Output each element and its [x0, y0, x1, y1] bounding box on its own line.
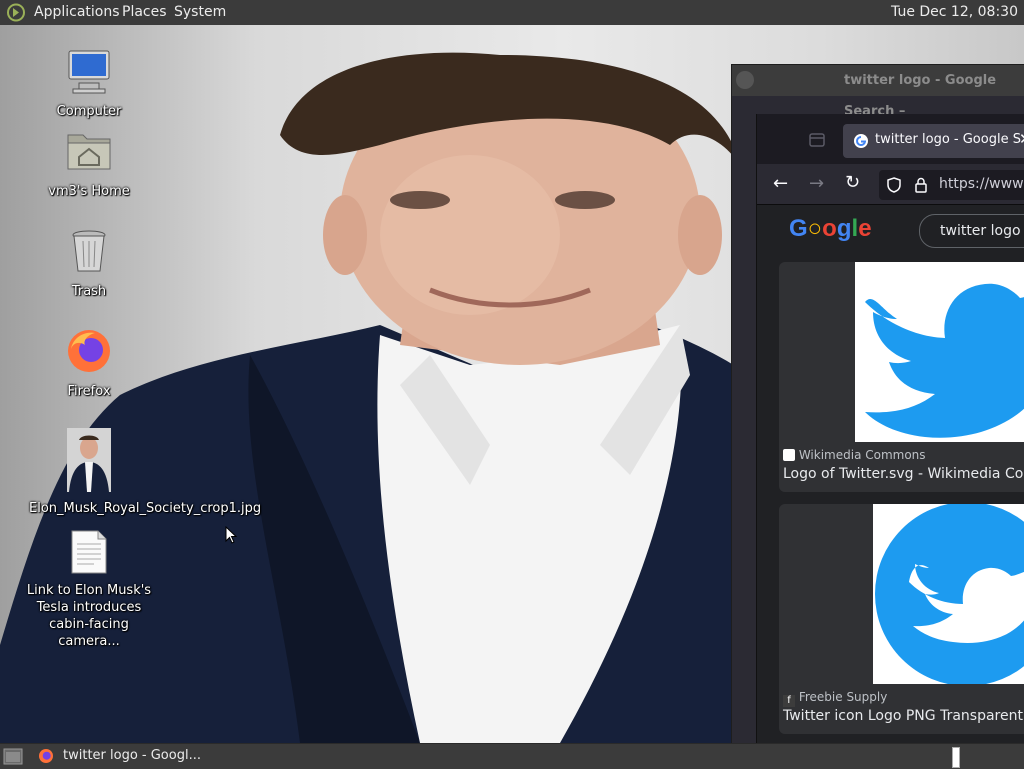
back-button[interactable]: ← [773, 173, 788, 194]
tab-google-search[interactable]: twitter logo - Google S ✕ [843, 124, 1024, 158]
tab-bar: twitter logo - Google S ✕ [757, 114, 1024, 164]
desktop-icon-image-file[interactable]: Elon_Musk_Royal_Society_crop1.jpg [29, 428, 261, 517]
shield-icon[interactable] [887, 177, 901, 193]
firefox-window[interactable]: twitter logo - Google S ✕ ← → ↻ https://… [756, 114, 1024, 754]
desktop-icon-label: Computer [56, 104, 122, 119]
freebie-supply-favicon-icon: f [783, 695, 795, 707]
taskbar-task-firefox[interactable]: twitter logo - Googl... [32, 744, 232, 769]
system-menu[interactable]: System [174, 4, 226, 20]
applications-menu[interactable]: Applications [34, 4, 120, 20]
search-query: twitter logo [940, 223, 1021, 239]
image-result-card[interactable]: Wikimedia Commons Logo of Twitter.svg - … [779, 262, 1024, 492]
desktop-icon-trash[interactable]: Trash [34, 227, 144, 300]
task-label: twitter logo - Googl... [63, 748, 201, 763]
image-file-icon [67, 428, 111, 492]
source-name: Wikimedia Commons [798, 448, 926, 462]
close-tab-icon[interactable]: ✕ [1019, 130, 1024, 148]
desktop-icon-label: Elon_Musk_Royal_Society_crop1.jpg [29, 501, 262, 516]
url-bar[interactable]: https://www [879, 170, 1024, 200]
desktop-icon-computer[interactable]: Computer [34, 47, 144, 120]
google-favicon-icon [854, 134, 868, 148]
desktop-icon-home[interactable]: vm3's Home [34, 127, 144, 200]
show-desktop-icon[interactable] [3, 748, 23, 765]
result-caption[interactable]: Logo of Twitter.svg - Wikimedia Comm [783, 466, 1024, 482]
search-box[interactable]: twitter logo [919, 214, 1024, 248]
mouse-cursor-icon [225, 526, 237, 544]
workspace-switcher[interactable] [952, 747, 960, 768]
bottom-taskbar: twitter logo - Googl... [0, 743, 1024, 769]
window-menu-icon[interactable] [736, 71, 754, 89]
reload-button[interactable]: ↻ [845, 172, 860, 193]
firefox-icon [39, 749, 53, 763]
window-titlebar[interactable]: twitter logo - Google Search – [732, 65, 1024, 119]
trash-icon [72, 230, 106, 272]
desktop-icon-label: Trash [71, 284, 107, 299]
result-thumbnail[interactable] [873, 502, 1024, 686]
google-doodle-logo[interactable]: G○ogle [789, 215, 872, 243]
document-icon [71, 530, 107, 574]
source-name: Freebie Supply [798, 690, 888, 704]
tab-overview-icon[interactable] [809, 132, 825, 148]
twitter-bird-icon [865, 283, 1024, 438]
forward-button[interactable]: → [809, 173, 824, 194]
places-menu[interactable]: Places [122, 4, 167, 20]
desktop-icon-document[interactable]: Link to Elon Musk's Tesla introduces cab… [24, 530, 154, 650]
computer-icon [68, 50, 110, 94]
gnome-foot-icon[interactable] [6, 3, 26, 22]
desktop-icon-label: vm3's Home [48, 184, 130, 199]
home-folder-icon [67, 134, 111, 170]
top-panel: Applications Places System Tue Dec 12, 0… [0, 0, 1024, 26]
desktop-icon-firefox[interactable]: Firefox [34, 327, 144, 400]
result-source[interactable]: f Freebie Supply [783, 690, 887, 707]
result-source[interactable]: Wikimedia Commons [783, 448, 926, 462]
firefox-icon [68, 330, 110, 372]
result-thumbnail[interactable] [855, 262, 1024, 442]
desktop-icon-label: Firefox [67, 384, 111, 399]
tab-title: twitter logo - Google S [875, 132, 1021, 147]
google-header: G○ogle twitter logo [757, 205, 1024, 255]
clock[interactable]: Tue Dec 12, 08:30 [891, 4, 1018, 20]
twitter-circle-icon [875, 502, 1024, 686]
navigation-bar: ← → ↻ https://www [757, 164, 1024, 205]
result-caption[interactable]: Twitter icon Logo PNG Transparent & S [783, 708, 1024, 724]
wikimedia-favicon-icon [783, 449, 795, 461]
image-results: Wikimedia Commons Logo of Twitter.svg - … [757, 254, 1024, 752]
image-result-card[interactable]: f Freebie Supply Twitter icon Logo PNG T… [779, 502, 1024, 734]
desktop-icon-label: Link to Elon Musk's Tesla introduces cab… [26, 583, 152, 649]
url-text: https://www [939, 176, 1024, 192]
lock-icon[interactable] [915, 177, 927, 193]
